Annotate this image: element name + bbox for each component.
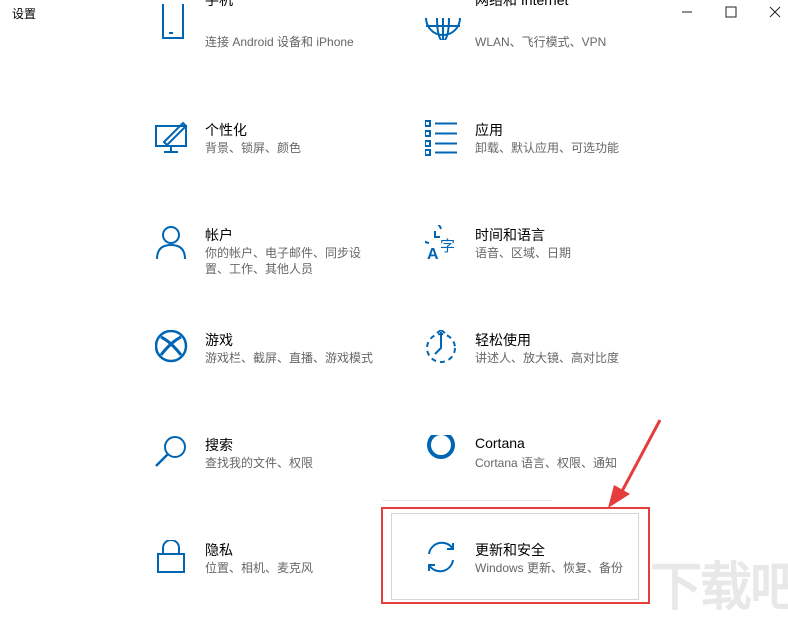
tile-apps[interactable]: 应用 卸载、默认应用、可选功能	[425, 120, 675, 180]
apps-list-icon	[425, 120, 457, 156]
tile-desc: 语音、区域、日期	[475, 246, 572, 260]
tile-desc: WLAN、飞行模式、VPN	[475, 35, 607, 49]
cortana-icon	[427, 435, 455, 459]
tile-desc: 查找我的文件、权限	[205, 456, 314, 470]
person-icon	[156, 226, 186, 260]
tile-desc: 讲述人、放大镜、高对比度	[475, 351, 620, 365]
tile-name: 网络和 Internet	[475, 0, 569, 8]
lock-icon	[157, 540, 185, 573]
tile-ease-of-access[interactable]: 轻松使用 讲述人、放大镜、高对比度	[425, 330, 675, 390]
search-icon	[155, 436, 186, 467]
tile-privacy[interactable]: 隐私 位置、相机、麦克风	[155, 540, 405, 600]
tile-network[interactable]: 网络和 Internet WLAN、飞行模式、VPN	[425, 0, 675, 64]
close-button[interactable]	[752, 0, 788, 24]
tile-name: 游戏	[205, 332, 233, 348]
maximize-icon	[725, 6, 737, 18]
tile-personalization[interactable]: 个性化 背景、锁屏、颜色	[155, 120, 405, 180]
tile-name: 手机	[205, 0, 233, 8]
tile-name: 轻松使用	[475, 332, 531, 348]
minimize-icon	[682, 11, 692, 13]
maximize-button[interactable]	[708, 0, 754, 24]
tile-name: 隐私	[205, 542, 233, 558]
highlight-box	[381, 507, 650, 604]
tile-name: 帐户	[205, 227, 233, 243]
tile-desc: 背景、锁屏、颜色	[205, 141, 302, 155]
watermark: 下载吧	[650, 559, 788, 617]
tile-desc: 连接 Android 设备和 iPhone	[205, 35, 354, 49]
phone-icon	[162, 4, 184, 39]
tile-phone[interactable]: 手机 连接 Android 设备和 iPhone	[155, 0, 405, 64]
tile-time-language[interactable]: A 字 时间和语言 语音、区域、日期	[425, 225, 675, 285]
divider	[382, 500, 552, 501]
svg-text:A: A	[427, 246, 439, 261]
tile-name: Cortana	[475, 435, 525, 451]
ease-of-access-icon	[426, 330, 456, 363]
tile-gaming[interactable]: 游戏 游戏栏、截屏、直播、游戏模式	[155, 330, 405, 390]
svg-text:字: 字	[440, 237, 455, 255]
tile-desc: 位置、相机、麦克风	[205, 561, 314, 575]
globe-icon	[425, 17, 461, 40]
tile-accounts[interactable]: 帐户 你的帐户、电子邮件、同步设置、工作、其他人员	[155, 225, 405, 285]
tile-name: 搜索	[205, 437, 233, 453]
tile-name: 应用	[475, 122, 503, 138]
xbox-icon	[155, 330, 188, 363]
personalization-icon	[155, 121, 188, 153]
time-language-icon: A 字	[425, 225, 455, 261]
annotation-arrow-icon	[608, 419, 662, 508]
close-icon	[769, 6, 781, 18]
tile-desc: 卸载、默认应用、可选功能	[475, 141, 620, 155]
window-title: 设置	[12, 7, 37, 21]
tile-desc: 游戏栏、截屏、直播、游戏模式	[205, 351, 374, 365]
tile-name: 时间和语言	[475, 227, 545, 243]
tile-search[interactable]: 搜索 查找我的文件、权限	[155, 435, 405, 495]
tile-desc: 你的帐户、电子邮件、同步设置、工作、其他人员	[205, 246, 362, 276]
tile-name: 个性化	[205, 122, 247, 138]
